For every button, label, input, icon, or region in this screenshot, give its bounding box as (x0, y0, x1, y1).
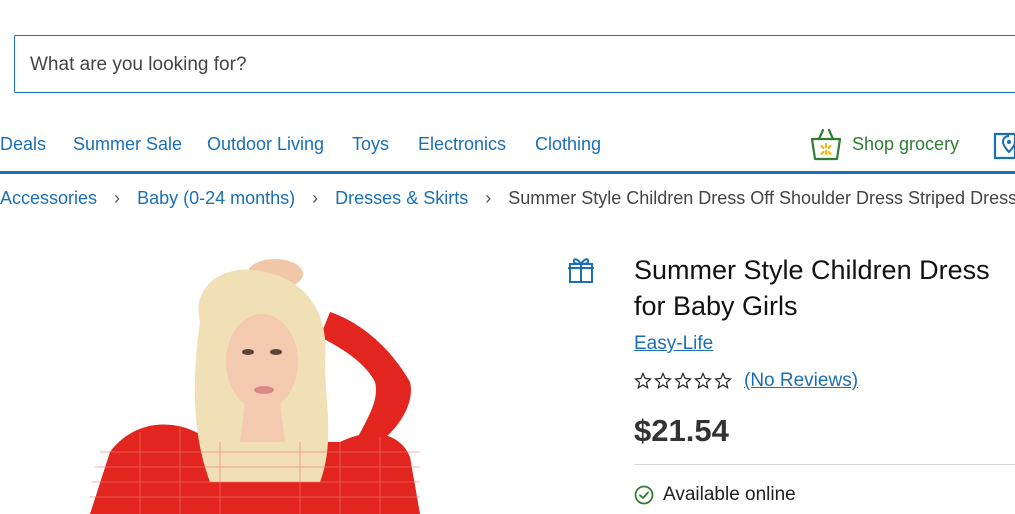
product-image[interactable] (80, 252, 440, 514)
breadcrumb-separator: › (114, 188, 121, 208)
grocery-basket-icon (810, 128, 842, 161)
search-input[interactable] (28, 36, 932, 94)
nav-item-electronics[interactable]: Electronics (418, 134, 506, 155)
availability-row: Available online (634, 484, 796, 506)
star-outline-icon (714, 372, 732, 389)
breadcrumb-separator: › (312, 188, 319, 208)
product-title-line-1: Summer Style Children Dress (634, 255, 990, 285)
star-outline-icon (634, 372, 652, 389)
nav-item-toys[interactable]: Toys (352, 134, 389, 155)
check-circle-icon (634, 485, 654, 505)
brand-link[interactable]: Easy-Life (634, 333, 713, 355)
nav-item-deals[interactable]: Deals (0, 134, 46, 155)
breadcrumb-item-baby[interactable]: Baby (0-24 months) (137, 188, 295, 208)
nav-item-outdoor-living[interactable]: Outdoor Living (207, 134, 324, 155)
shop-grocery-label: Shop grocery (852, 133, 960, 154)
nav-item-summer-sale[interactable]: Summer Sale (73, 134, 182, 155)
star-rating (634, 372, 732, 390)
search-bar[interactable] (14, 35, 1015, 94)
reviews-link[interactable]: (No Reviews) (744, 370, 858, 392)
availability-label: Available online (663, 484, 796, 505)
product-price: $21.54 (634, 413, 729, 448)
breadcrumb-item-dresses-skirts[interactable]: Dresses & Skirts (335, 188, 468, 208)
star-outline-icon (674, 372, 692, 389)
breadcrumb-current: Summer Style Children Dress Off Shoulder… (508, 188, 1015, 208)
breadcrumb-item-accessories[interactable]: Accessories (0, 188, 97, 208)
product-photo (80, 252, 440, 514)
store-location-icon[interactable] (993, 128, 1015, 160)
nav-underline (0, 171, 1015, 174)
product-title-line-2: for Baby Girls (634, 291, 798, 321)
shop-grocery-link[interactable]: Shop grocery (810, 126, 959, 162)
star-outline-icon (694, 372, 712, 389)
divider (634, 464, 1015, 465)
breadcrumb-separator: › (485, 188, 492, 208)
rating-row: (No Reviews) (634, 370, 858, 392)
breadcrumb: Accessories › Baby (0-24 months) › Dress… (0, 188, 1015, 209)
nav-item-clothing[interactable]: Clothing (535, 134, 601, 155)
product-title: Summer Style Children Dress for Baby Gir… (634, 252, 1015, 324)
star-outline-icon (654, 372, 672, 389)
gift-icon[interactable] (567, 254, 595, 284)
